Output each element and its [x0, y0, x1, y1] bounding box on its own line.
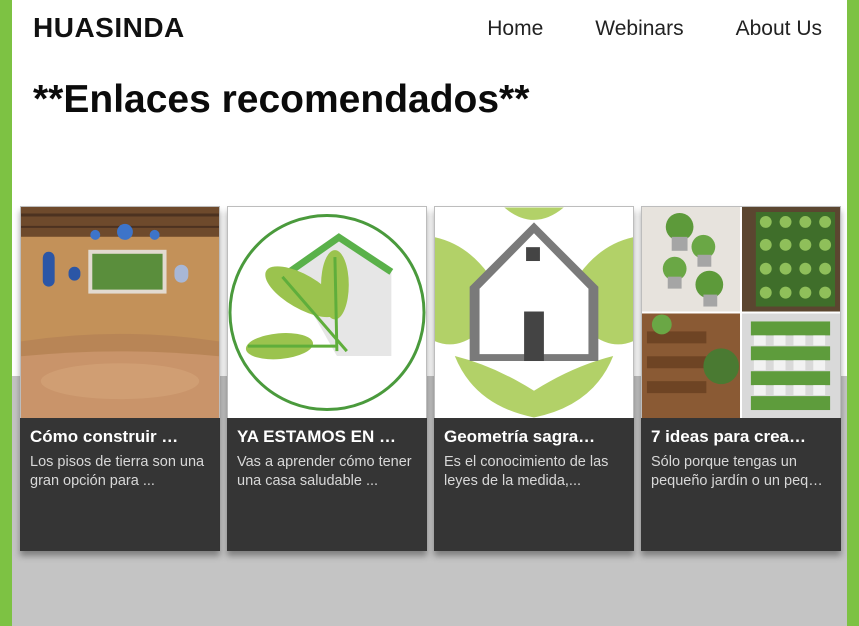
- card-description: Vas a aprender cómo tener una casa salud…: [237, 454, 412, 489]
- card-title[interactable]: Cómo construir …: [30, 427, 211, 447]
- card-image-adobe-room[interactable]: [20, 206, 220, 418]
- card-image-house-leaf[interactable]: [434, 206, 634, 418]
- link-card[interactable]: Geometría sagra… Es el conocimiento de l…: [434, 206, 634, 551]
- card-description: Sólo porque tengas un pequeño jardín o u…: [651, 454, 823, 489]
- page-title: **Enlaces recomendados**: [33, 78, 530, 121]
- card-image-vertical-garden[interactable]: [641, 206, 841, 418]
- link-card[interactable]: Cómo construir … Los pisos de tierra son…: [20, 206, 220, 551]
- brand-logo[interactable]: HUASINDA: [33, 12, 185, 44]
- nav-home-link[interactable]: Home: [487, 17, 543, 41]
- card-title[interactable]: Geometría sagra…: [444, 427, 625, 447]
- link-card[interactable]: 7 ideas para crea… Sólo porque tengas un…: [641, 206, 841, 551]
- card-title[interactable]: 7 ideas para crea…: [651, 427, 832, 447]
- nav-about-link[interactable]: About Us: [736, 17, 822, 41]
- card-title[interactable]: YA ESTAMOS EN …: [237, 427, 418, 447]
- card-list: Cómo construir … Los pisos de tierra son…: [20, 206, 841, 551]
- card-description: Es el conocimiento de las leyes de la me…: [444, 454, 609, 489]
- nav-webinars-link[interactable]: Webinars: [595, 17, 683, 41]
- page-frame: HUASINDA Home Webinars About Us **Enlace…: [12, 0, 847, 626]
- main-nav: Home Webinars About Us: [487, 17, 822, 41]
- card-description: Los pisos de tierra son una gran opción …: [30, 454, 205, 489]
- card-image-green-house[interactable]: [227, 206, 427, 418]
- link-card[interactable]: YA ESTAMOS EN … Vas a aprender cómo tene…: [227, 206, 427, 551]
